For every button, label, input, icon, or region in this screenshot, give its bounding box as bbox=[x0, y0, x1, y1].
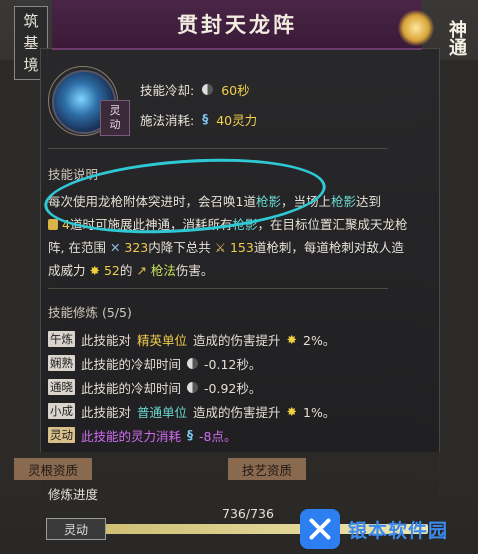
desc-number: 52 bbox=[103, 263, 120, 278]
power-star-icon: ✸ bbox=[286, 331, 298, 347]
sword-count-icon: ⚔ bbox=[214, 240, 226, 255]
cost-label: 施法消耗: bbox=[140, 112, 195, 128]
skill-type-char: 灵 bbox=[109, 104, 121, 117]
cultivation-text: 此技能对 bbox=[81, 332, 132, 348]
cultivation-tag: 通晓 bbox=[48, 379, 75, 395]
cultivation-text: 此技能对 bbox=[81, 404, 132, 420]
cultivation-tag: 灵动 bbox=[48, 427, 75, 443]
desc-text: 成威力 bbox=[48, 263, 86, 278]
description-line-3: 阵, 在范围 ✕ 323内降下总共 ⚔ 153道枪刺，每道枪刺对敌人造 bbox=[48, 236, 428, 259]
spirit-wave-icon: § bbox=[187, 428, 194, 442]
cultivation-tag: 午炼 bbox=[48, 331, 75, 347]
description-line-4: 成威力 ✸ 52的 ↗ 枪法伤害。 bbox=[48, 259, 428, 282]
cultivation-value: -0.12秒。 bbox=[204, 356, 262, 372]
watermark-text: 银本软件园 bbox=[348, 519, 449, 542]
divider bbox=[48, 148, 388, 149]
realm-char: 基 bbox=[23, 34, 39, 52]
cooldown-value: 60秒 bbox=[221, 82, 250, 98]
cooldown-row: 技能冷却: 60秒 bbox=[140, 80, 250, 98]
cultivation-text: 此技能的灵力消耗 bbox=[81, 428, 182, 444]
progress-count: 736/736 bbox=[222, 506, 274, 521]
desc-highlight: 枪法 bbox=[150, 263, 176, 278]
cultivation-row: 午炼 此技能对 精英单位 造成的伤害提升 ✸ 2%。 bbox=[48, 328, 335, 350]
cultivation-tag: 娴熟 bbox=[48, 355, 75, 371]
cultivation-value: -8点。 bbox=[199, 428, 237, 444]
cultivation-text: 此技能的冷却时间 bbox=[81, 356, 182, 372]
desc-text: ，在目标位置汇聚成天龙枪 bbox=[257, 217, 408, 232]
watermark-logo-icon bbox=[300, 509, 340, 549]
realm-char: 筑 bbox=[23, 12, 39, 30]
desc-number: 153 bbox=[229, 240, 254, 255]
cultivation-highlight: 普通单位 bbox=[137, 404, 188, 420]
desc-number: 323 bbox=[124, 240, 149, 255]
tab-skill-aptitude[interactable]: 技艺资质 bbox=[228, 458, 306, 480]
cultivation-text: 此技能的冷却时间 bbox=[81, 380, 182, 396]
cultivation-row: 小成 此技能对 普通单位 造成的伤害提升 ✸ 1%。 bbox=[48, 400, 335, 422]
cultivation-row: 通晓 此技能的冷却时间 -0.92秒。 bbox=[48, 376, 261, 398]
cultivation-heading: 技能修炼 (5/5) bbox=[48, 305, 132, 320]
cooldown-label: 技能冷却: bbox=[140, 82, 195, 98]
desc-text: 的 bbox=[119, 263, 133, 278]
cultivation-text: 造成的伤害提升 bbox=[193, 404, 281, 420]
skill-type-char: 动 bbox=[109, 118, 121, 131]
cultivation-value: 1%。 bbox=[303, 404, 336, 420]
divider bbox=[48, 288, 388, 289]
skill-type-tag: 灵 动 bbox=[100, 100, 130, 136]
desc-highlight: 枪影 bbox=[331, 194, 357, 209]
skill-title: 贯封天龙阵 bbox=[177, 12, 297, 37]
progress-label: 修炼进度 bbox=[48, 487, 99, 502]
cost-row: 施法消耗: § 40灵力 bbox=[140, 110, 257, 128]
cultivation-text: 造成的伤害提升 bbox=[193, 332, 281, 348]
realm-char: 境 bbox=[23, 56, 39, 74]
desc-text: 阵, 在范围 bbox=[48, 240, 106, 255]
skill-rank-label: 神通 bbox=[446, 20, 467, 56]
spirit-wave-icon: § bbox=[202, 112, 209, 126]
power-star-icon: ✸ bbox=[89, 263, 100, 278]
cost-value: 40灵力 bbox=[216, 112, 258, 128]
cultivation-row: 娴熟 此技能的冷却时间 -0.12秒。 bbox=[48, 352, 261, 374]
watermark: 银本软件园 bbox=[300, 504, 478, 554]
cultivation-highlight: 精英单位 bbox=[137, 332, 188, 348]
cooldown-icon bbox=[187, 357, 199, 369]
cultivation-row: 灵动 此技能的灵力消耗 § -8点。 bbox=[48, 424, 236, 446]
scroll-icon bbox=[48, 219, 58, 230]
desc-text: 道枪刺，每道枪刺对敌人造 bbox=[253, 240, 404, 255]
cultivation-tag: 小成 bbox=[48, 403, 75, 419]
cooldown-icon bbox=[187, 381, 199, 393]
spear-damage-icon: ↗ bbox=[136, 263, 147, 278]
range-icon: ✕ bbox=[109, 240, 121, 255]
lingdong-chip[interactable]: 灵动 bbox=[46, 518, 106, 540]
cultivation-value: -0.92秒。 bbox=[204, 380, 262, 396]
power-star-icon: ✸ bbox=[286, 403, 298, 419]
cultivation-value: 2%。 bbox=[303, 332, 336, 348]
cooldown-icon bbox=[202, 83, 214, 95]
desc-text: 伤害。 bbox=[175, 263, 214, 278]
desc-text: 内降下总共 bbox=[148, 240, 211, 255]
tab-spirit-root[interactable]: 灵根资质 bbox=[14, 458, 92, 480]
desc-text: 达到 bbox=[356, 194, 382, 209]
